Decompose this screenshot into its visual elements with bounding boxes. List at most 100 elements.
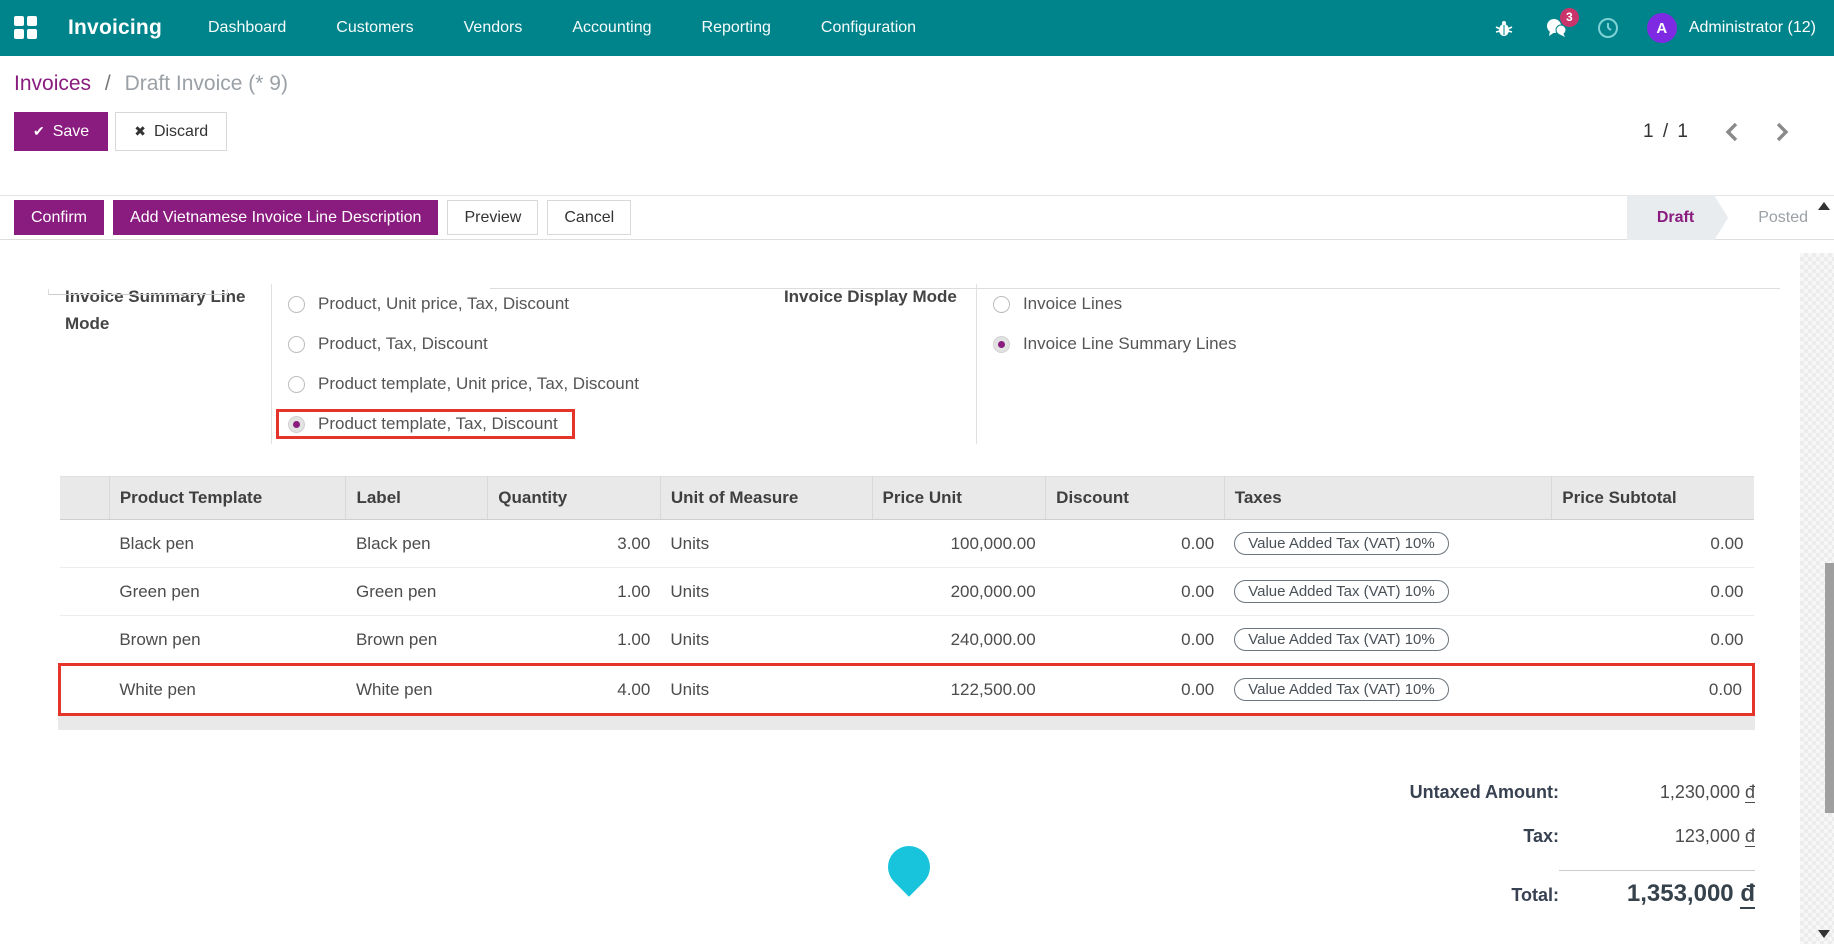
table-row-black-pen[interactable]: Black pen Black pen 3.00 Units 100,000.0… — [60, 520, 1754, 568]
cancel-button[interactable]: Cancel — [547, 200, 631, 235]
check-icon: ✔ — [33, 123, 45, 139]
col-quantity[interactable]: Quantity — [488, 477, 661, 520]
scrollbar — [1825, 408, 1834, 658]
settings-row: Invoice Summary Line Mode Product, Unit … — [0, 284, 1834, 444]
radio-producttemplate-tax-discount[interactable]: Product template, Tax, Discount — [288, 404, 639, 444]
breadcrumb-invoices-link[interactable]: Invoices — [14, 72, 91, 95]
radio-producttemplate-unitprice-tax-discount[interactable]: Product template, Unit price, Tax, Disco… — [288, 364, 639, 404]
col-uom[interactable]: Unit of Measure — [660, 477, 872, 520]
total-line: Total: 1,353,000 đ — [1139, 870, 1755, 908]
activities-clock-icon[interactable] — [1595, 15, 1621, 41]
tax-badge[interactable]: Value Added Tax (VAT) 10% — [1234, 678, 1449, 701]
col-label[interactable]: Label — [346, 477, 488, 520]
summary-line-mode-label: Invoice Summary Line Mode — [65, 284, 257, 444]
tax-line: Tax: 123,000 đ — [1139, 826, 1755, 847]
navbar-right-group: 3 A Administrator (12) — [1491, 13, 1816, 43]
currency-symbol: đ — [1740, 880, 1755, 909]
display-mode-options: Invoice Lines Invoice Line Summary Lines — [976, 284, 1237, 444]
col-taxes[interactable]: Taxes — [1224, 477, 1552, 520]
pager-next-icon[interactable] — [1774, 122, 1790, 142]
confirm-button[interactable]: Confirm — [14, 200, 104, 235]
radio-product-unitprice-tax-discount[interactable]: Product, Unit price, Tax, Discount — [288, 284, 639, 324]
radio-icon[interactable] — [288, 336, 305, 353]
messages-count-badge: 3 — [1560, 8, 1579, 27]
menu-configuration[interactable]: Configuration — [819, 13, 918, 43]
state-widget: Draft Posted — [1627, 195, 1834, 240]
summary-line-mode-options: Product, Unit price, Tax, Discount Produ… — [271, 284, 639, 444]
display-mode-label: Invoice Display Mode — [784, 284, 962, 444]
table-header-row: Product Template Label Quantity Unit of … — [60, 477, 1754, 520]
discard-button[interactable]: ✖Discard — [115, 112, 227, 151]
col-price-unit[interactable]: Price Unit — [872, 477, 1046, 520]
total-value: 1,353,000 đ — [1559, 870, 1755, 908]
radio-selected-icon[interactable] — [288, 416, 305, 433]
menu-reporting[interactable]: Reporting — [700, 13, 773, 43]
tax-value: 123,000 đ — [1559, 826, 1755, 847]
top-menu-bar: Dashboard Customers Vendors Accounting R… — [206, 13, 918, 43]
col-handle — [60, 477, 110, 520]
row-handle — [60, 665, 110, 715]
table-row-brown-pen[interactable]: Brown pen Brown pen 1.00 Units 240,000.0… — [60, 616, 1754, 665]
col-product-template[interactable]: Product Template — [109, 477, 346, 520]
radio-invoice-lines[interactable]: Invoice Lines — [993, 284, 1237, 324]
row-handle — [60, 616, 110, 665]
untaxed-amount-value: 1,230,000 đ — [1559, 782, 1755, 803]
debug-bug-icon[interactable] — [1491, 15, 1517, 41]
breadcrumb-current: Draft Invoice (* 9) — [125, 72, 288, 95]
menu-customers[interactable]: Customers — [334, 13, 415, 43]
untaxed-amount-label: Untaxed Amount: — [1139, 782, 1559, 803]
app-name[interactable]: Invoicing — [68, 16, 162, 40]
tax-badge[interactable]: Value Added Tax (VAT) 10% — [1234, 532, 1449, 555]
radio-icon[interactable] — [993, 296, 1010, 313]
scroll-up-icon[interactable] — [1818, 202, 1830, 210]
apps-menu-icon[interactable] — [14, 16, 38, 40]
untaxed-amount-line: Untaxed Amount: 1,230,000 đ — [1139, 782, 1755, 803]
table-row-green-pen[interactable]: Green pen Green pen 1.00 Units 200,000.0… — [60, 568, 1754, 616]
radio-invoice-line-summary-lines[interactable]: Invoice Line Summary Lines — [993, 324, 1237, 364]
menu-dashboard[interactable]: Dashboard — [206, 13, 288, 43]
table-footer-bar — [58, 716, 1755, 730]
scroll-down-icon[interactable] — [1818, 930, 1830, 938]
summary-line-mode-field: Invoice Summary Line Mode Product, Unit … — [65, 284, 639, 444]
display-mode-field: Invoice Display Mode Invoice Lines Invoi… — [784, 284, 1237, 444]
user-avatar[interactable]: A — [1647, 13, 1677, 43]
preview-button[interactable]: Preview — [447, 200, 538, 235]
pager: 1 / 1 — [1643, 121, 1790, 143]
menu-accounting[interactable]: Accounting — [570, 13, 653, 43]
invoice-form-sheet: Invoice Summary Line Mode Product, Unit … — [0, 284, 1834, 944]
radio-product-tax-discount[interactable]: Product, Tax, Discount — [288, 324, 639, 364]
x-icon: ✖ — [134, 123, 146, 139]
radio-selected-icon[interactable] — [993, 336, 1010, 353]
top-navbar: Invoicing Dashboard Customers Vendors Ac… — [0, 0, 1834, 56]
action-button-row: ✔Save ✖Discard 1 / 1 — [14, 112, 1820, 151]
tax-badge[interactable]: Value Added Tax (VAT) 10% — [1234, 628, 1449, 651]
radio-icon[interactable] — [288, 376, 305, 393]
invoicing-page: Invoicing Dashboard Customers Vendors Ac… — [0, 0, 1834, 944]
pager-previous-icon[interactable] — [1724, 122, 1740, 142]
radio-icon[interactable] — [288, 296, 305, 313]
notebook-tab-edge — [48, 289, 228, 295]
form-statusbar: Confirm Add Vietnamese Invoice Line Desc… — [0, 195, 1834, 240]
breadcrumb: Invoices / Draft Invoice (* 9) — [14, 72, 1820, 96]
currency-symbol: đ — [1745, 826, 1755, 847]
menu-vendors[interactable]: Vendors — [462, 13, 525, 43]
tax-label: Tax: — [1139, 826, 1559, 847]
col-price-subtotal[interactable]: Price Subtotal — [1552, 477, 1754, 520]
pager-count: 1 / 1 — [1643, 121, 1690, 143]
user-menu[interactable]: Administrator (12) — [1689, 19, 1816, 37]
scrollbar-thumb[interactable] — [1825, 563, 1834, 813]
save-button[interactable]: ✔Save — [14, 112, 108, 151]
tax-badge[interactable]: Value Added Tax (VAT) 10% — [1234, 580, 1449, 603]
invoice-lines-table: Product Template Label Quantity Unit of … — [58, 476, 1755, 716]
total-label: Total: — [1139, 885, 1559, 906]
notebook-tab-border — [490, 288, 1780, 289]
invoice-totals: Untaxed Amount: 1,230,000 đ Tax: 123,000… — [0, 782, 1755, 908]
col-discount[interactable]: Discount — [1046, 477, 1225, 520]
table-row-white-pen-highlighted[interactable]: White pen White pen 4.00 Units 122,500.0… — [60, 665, 1754, 715]
messages-icon[interactable]: 3 — [1543, 15, 1569, 41]
row-handle — [60, 568, 110, 616]
breadcrumb-separator: / — [105, 72, 111, 95]
add-vietnamese-description-button[interactable]: Add Vietnamese Invoice Line Description — [113, 200, 438, 235]
state-draft[interactable]: Draft — [1627, 195, 1728, 240]
red-highlight-box: Product template, Tax, Discount — [276, 409, 575, 439]
